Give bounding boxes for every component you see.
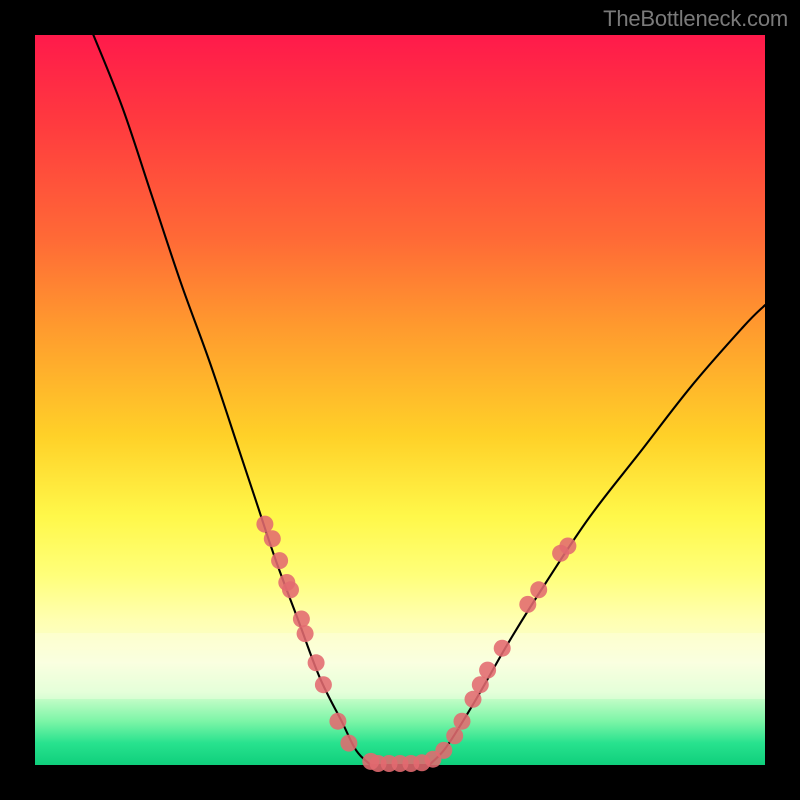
data-marker [256,516,273,533]
marker-group [256,516,576,772]
data-marker [472,676,489,693]
data-marker [559,538,576,555]
data-marker [494,640,511,657]
data-marker [530,581,547,598]
data-marker [329,713,346,730]
bottleneck-chart [35,35,765,765]
data-marker [282,581,299,598]
chart-frame: TheBottleneck.com [0,0,800,800]
data-marker [435,742,452,759]
plot-area [35,35,765,765]
data-marker [454,713,471,730]
data-marker [271,552,288,569]
data-marker [340,735,357,752]
data-marker [446,727,463,744]
data-marker [264,530,281,547]
bottleneck-curve [93,35,765,766]
data-marker [315,676,332,693]
data-marker [519,596,536,613]
data-marker [465,691,482,708]
watermark-text: TheBottleneck.com [603,6,788,32]
data-marker [479,662,496,679]
data-marker [293,611,310,628]
data-marker [297,625,314,642]
data-marker [308,654,325,671]
curve-group [93,35,765,766]
